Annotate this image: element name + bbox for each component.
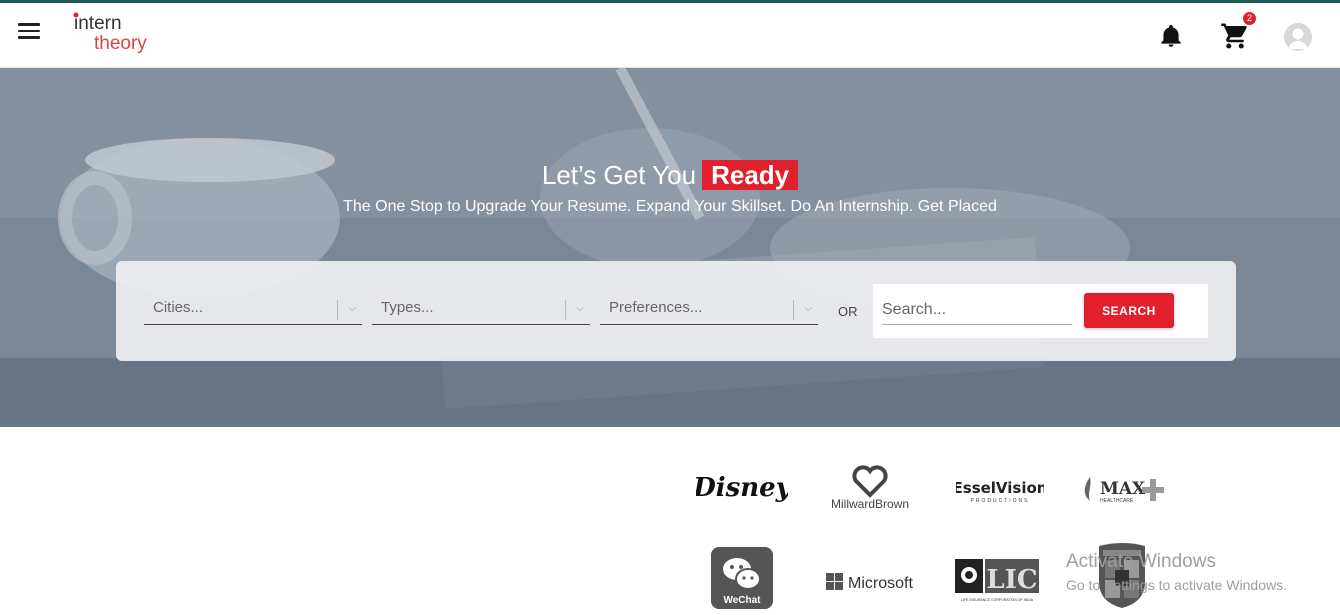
lic-logo: LIC LIFE INSURANCE CORPORATION OF INDIA — [954, 557, 1040, 603]
hero-title-highlight: Ready — [702, 160, 799, 190]
notification-bell-icon[interactable] — [1158, 23, 1184, 49]
types-placeholder: Types... — [381, 299, 434, 316]
watermark-title: Activate Windows — [1066, 551, 1216, 572]
svg-text:Microsoft: Microsoft — [848, 575, 913, 592]
disney-logo: Disney — [696, 463, 788, 513]
preferences-dropdown[interactable]: Preferences... ⌵ — [600, 287, 818, 325]
dropdown-separator — [565, 300, 566, 320]
svg-text:MAX: MAX — [1100, 479, 1146, 499]
watermark-subtitle: Go to Settings to activate Windows. — [1066, 577, 1287, 593]
hero-subtitle: The One Stop to Upgrade Your Resume. Exp… — [343, 198, 997, 215]
intern-theory-logo[interactable]: intern theory — [72, 9, 162, 61]
search-input[interactable] — [882, 295, 1072, 325]
max-healthcare-logo: MAX HEALTHCARE — [1080, 471, 1170, 505]
svg-text:intern: intern — [74, 13, 122, 34]
chevron-down-icon[interactable]: ⌵ — [576, 303, 584, 314]
hero-title-prefix: Let’s Get You — [541, 160, 697, 190]
site-header: intern theory 2 — [0, 3, 1340, 68]
svg-text:MillwardBrown: MillwardBrown — [831, 497, 909, 511]
search-panel: Cities... ⌵ Types... ⌵ Preferences... ⌵ … — [116, 261, 1236, 361]
svg-text:HEALTHCARE: HEALTHCARE — [1100, 498, 1134, 504]
or-label: OR — [838, 304, 858, 319]
user-silhouette-icon — [1284, 23, 1312, 51]
dropdown-separator — [793, 300, 794, 320]
search-box: SEARCH — [873, 284, 1208, 338]
activate-windows-watermark: Activate Windows Go to Settings to activ… — [1066, 551, 1287, 593]
svg-text:LIFE INSURANCE CORPORATION OF: LIFE INSURANCE CORPORATION OF INDIA — [961, 598, 1034, 602]
chevron-down-icon[interactable]: ⌵ — [804, 303, 812, 314]
chevron-down-icon[interactable]: ⌵ — [348, 303, 356, 314]
cities-dropdown[interactable]: Cities... ⌵ — [144, 287, 362, 325]
svg-text:Disney: Disney — [696, 473, 788, 503]
cities-placeholder: Cities... — [153, 299, 204, 316]
hamburger-menu-icon[interactable] — [18, 23, 40, 45]
preferences-placeholder: Preferences... — [609, 299, 703, 316]
cart-count-badge: 2 — [1243, 12, 1256, 25]
svg-text:theory: theory — [94, 33, 147, 54]
wechat-logo: WeChat — [711, 547, 773, 609]
microsoft-logo: Microsoft — [824, 567, 916, 597]
search-button[interactable]: SEARCH — [1084, 293, 1174, 328]
types-dropdown[interactable]: Types... ⌵ — [372, 287, 590, 325]
svg-text:PRODUCTIONS: PRODUCTIONS — [971, 498, 1030, 504]
user-avatar[interactable] — [1284, 23, 1312, 51]
hero-background-image — [0, 68, 1340, 427]
svg-text:WeChat: WeChat — [723, 595, 761, 606]
essel-vision-logo: EsselVision PRODUCTIONS — [956, 471, 1044, 505]
hero-title: Let’s Get You Ready — [0, 160, 1340, 191]
millward-brown-logo: MillwardBrown — [824, 461, 916, 513]
shopping-cart-icon[interactable] — [1220, 21, 1250, 51]
svg-text:EsselVision: EsselVision — [956, 479, 1044, 497]
hero-banner: Let’s Get You Ready The One Stop to Upgra… — [0, 68, 1340, 427]
svg-text:LIC: LIC — [986, 565, 1037, 595]
dropdown-separator — [337, 300, 338, 320]
